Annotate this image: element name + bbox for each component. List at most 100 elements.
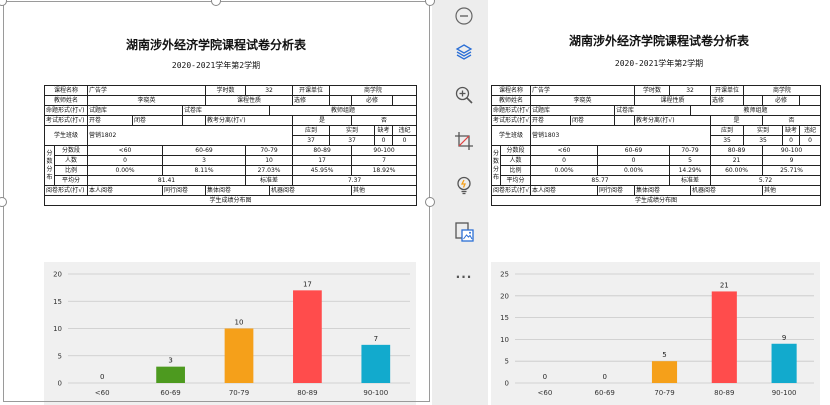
count-cell: 0 xyxy=(597,155,671,166)
no-label: 否 xyxy=(762,115,822,126)
document-subtitle: 2020-2021学年第2学期 xyxy=(614,59,704,68)
count-cell: 9 xyxy=(762,155,822,166)
yes-label: 是 xyxy=(710,115,764,126)
elective-label: 选修 xyxy=(710,95,745,106)
absent-value: 0 xyxy=(782,135,801,146)
band-cell: 60-69 xyxy=(597,145,671,156)
band-cell: <60 xyxy=(530,145,599,156)
ratio-cell: 8.11% xyxy=(162,165,247,176)
x-tick-label: 80-89 xyxy=(714,389,734,397)
score-band-label: 分数段 xyxy=(499,145,532,156)
ratio-cell: 0.00% xyxy=(530,165,599,176)
data-label: 0 xyxy=(543,373,547,381)
exam-method-label: 命题形式(打√) xyxy=(43,105,89,116)
x-tick-label: <60 xyxy=(95,389,110,397)
course-nature-label: 课程性质 xyxy=(205,95,294,106)
course-name-value: 广告学 xyxy=(87,85,207,96)
course-name-label: 课程名称 xyxy=(43,85,89,96)
opt-question-bank: 试题库 xyxy=(87,105,184,116)
review-form-label: 阅卷形式(打√) xyxy=(490,185,532,196)
count-cell: 21 xyxy=(710,155,764,166)
y-tick-label: 25 xyxy=(500,271,509,279)
image-convert-icon[interactable] xyxy=(453,221,475,243)
collapse-icon[interactable] xyxy=(453,5,475,27)
band-cell: 80-89 xyxy=(710,145,764,156)
exam-form-label: 考试形式(打√) xyxy=(490,115,532,126)
std-dev-value: 5.72 xyxy=(710,175,822,186)
y-tick-label: 5 xyxy=(505,358,509,366)
floating-toolbar: ··· xyxy=(444,0,484,405)
cheat-value: 0 xyxy=(392,135,418,146)
cheat-label: 违纪 xyxy=(392,125,418,136)
opt-open-book: 开卷 xyxy=(530,115,572,126)
bar xyxy=(224,328,254,383)
bar xyxy=(361,344,391,383)
more-icon[interactable]: ··· xyxy=(453,266,475,288)
x-tick-label: 90-100 xyxy=(363,389,388,397)
exam-method-label: 命题形式(打√) xyxy=(490,105,532,116)
cheat-label: 违纪 xyxy=(799,125,822,136)
count-label: 人数 xyxy=(53,155,89,166)
opt-self-review: 本人阅卷 xyxy=(87,185,164,196)
opt-paper-bank: 试卷库 xyxy=(182,105,271,116)
count-cell: 3 xyxy=(162,155,247,166)
opt-group-review: 集体阅卷 xyxy=(634,185,692,196)
opt-closed-book: 闭卷 xyxy=(132,115,184,126)
actual-attend-label: 实到 xyxy=(329,125,376,136)
zoom-in-icon[interactable] xyxy=(453,84,475,106)
ratio-cell: 60.00% xyxy=(710,165,764,176)
count-cell: 5 xyxy=(669,155,712,166)
document-page-2[interactable]: 湖南涉外经济学院课程试卷分析表 2020-2021学年第2学期 课程名称 广告学… xyxy=(488,0,830,405)
ratio-cell: 0.00% xyxy=(597,165,671,176)
band-cell: 70-79 xyxy=(245,145,294,156)
yes-label: 是 xyxy=(292,115,353,126)
lightbulb-icon[interactable] xyxy=(453,174,475,196)
opt-teacher-compose: 教师组题 xyxy=(269,105,418,116)
x-tick-label: 60-69 xyxy=(595,389,615,397)
hours-value: 32 xyxy=(245,85,294,96)
resize-handle[interactable] xyxy=(425,197,435,207)
y-tick-label: 15 xyxy=(53,298,62,306)
average-value: 85.77 xyxy=(530,175,671,186)
data-label: 17 xyxy=(303,280,312,288)
y-tick-label: 15 xyxy=(500,314,509,322)
score-distribution-side-label: 分数分布 xyxy=(44,145,55,186)
teacher-label: 教师姓名 xyxy=(490,95,532,106)
opt-other-review: 其他 xyxy=(351,185,418,196)
hours-label: 学时数 xyxy=(634,85,671,96)
dept-label: 开课单位 xyxy=(292,85,331,96)
should-attend-value: 37 xyxy=(292,135,331,146)
ratio-label: 比例 xyxy=(53,165,89,176)
class-label: 学生班级 xyxy=(43,125,89,146)
x-tick-label: 90-100 xyxy=(772,389,797,397)
layers-icon[interactable] xyxy=(453,41,475,63)
average-label: 平均分 xyxy=(499,175,532,186)
opt-question-bank: 试题库 xyxy=(530,105,616,116)
ab-separation-label: 教考分离(打√) xyxy=(634,115,712,126)
should-attend-value: 35 xyxy=(710,135,745,146)
cheat-value: 0 xyxy=(799,135,822,146)
y-tick-label: 20 xyxy=(500,292,509,300)
teacher-value: 李晓英 xyxy=(87,95,207,106)
opt-peer-review: 同行阅卷 xyxy=(597,185,636,196)
analysis-form-table: 课程名称 广告学 学时数 32 开课单位 商学院 教师姓名 李晓英 课程性质 选… xyxy=(43,85,418,206)
std-dev-label: 标准差 xyxy=(245,175,294,186)
review-form-label: 阅卷形式(打√) xyxy=(43,185,89,196)
bar xyxy=(711,291,737,383)
resize-handle[interactable] xyxy=(425,0,435,6)
crop-icon[interactable] xyxy=(453,130,475,152)
opt-machine-review: 机器阅卷 xyxy=(269,185,353,196)
average-label: 平均分 xyxy=(53,175,89,186)
band-cell: 60-69 xyxy=(162,145,247,156)
count-cell: 10 xyxy=(245,155,294,166)
data-label: 0 xyxy=(100,373,104,381)
should-attend-label: 应到 xyxy=(292,125,331,136)
score-distribution-chart: 0 5 10 15 20 0 <60 3 60-69 10 70-79 17 80-89 7 90-100 xyxy=(44,262,416,405)
x-tick-label: <60 xyxy=(538,389,553,397)
opt-open-book: 开卷 xyxy=(87,115,134,126)
data-label: 3 xyxy=(168,357,172,365)
opt-group-review: 集体阅卷 xyxy=(205,185,271,196)
bar xyxy=(651,361,678,383)
should-attend-label: 应到 xyxy=(710,125,745,136)
document-page-1[interactable]: 湖南涉外经济学院课程试卷分析表 2020-2021学年第2学期 课程名称 广告学… xyxy=(0,0,432,405)
